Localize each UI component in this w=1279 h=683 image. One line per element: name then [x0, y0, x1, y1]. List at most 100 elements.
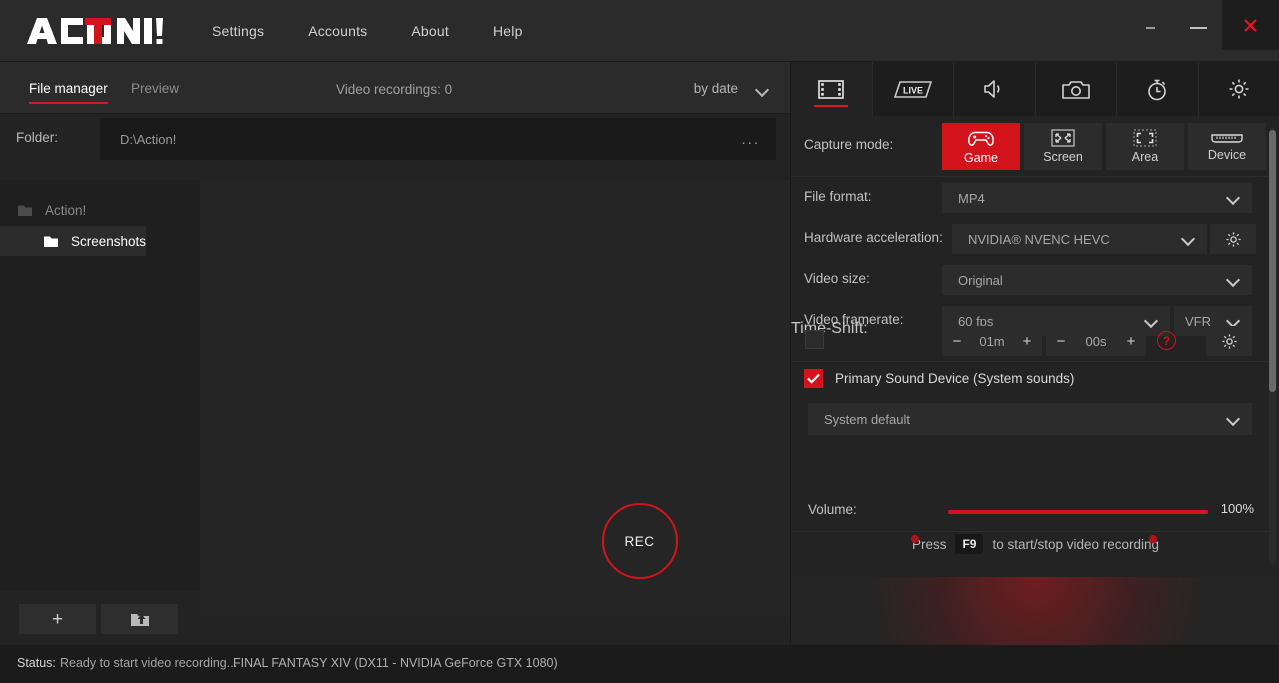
capture-mode-game[interactable]: Game: [942, 123, 1020, 170]
capture-mode-screen-label: Screen: [1043, 150, 1083, 164]
capture-mode-device[interactable]: Device: [1188, 123, 1266, 170]
action-recorder-window: Settings Accounts About Help File manage…: [0, 0, 1279, 683]
folder-icon: [44, 236, 58, 247]
volume-value: 100%: [1220, 501, 1254, 516]
collapse-button[interactable]: [1126, 0, 1174, 50]
gamepad-icon: [968, 131, 994, 146]
capture-mode-screen[interactable]: Screen: [1024, 123, 1102, 170]
film-strip-icon: [818, 79, 845, 99]
tab-benchmark[interactable]: [1117, 62, 1199, 116]
capture-mode-area[interactable]: Area: [1106, 123, 1184, 170]
time-shift-minutes-minus[interactable]: −: [942, 326, 972, 356]
window-controls: [1126, 0, 1279, 50]
live-icon: LIVE: [893, 80, 932, 98]
video-size-select[interactable]: Original: [942, 265, 1252, 295]
capture-mode-row: Capture mode: Game Screen Area Device: [791, 116, 1268, 177]
minimize-button[interactable]: [1174, 0, 1222, 50]
stopwatch-icon: [1148, 79, 1167, 100]
hdmi-connector-icon: [1211, 134, 1243, 143]
video-size-value: Original: [958, 272, 1003, 288]
folder-row: Folder: D:\Action! ...: [0, 114, 790, 164]
capture-mode-device-label: Device: [1207, 148, 1247, 162]
record-hotkey: F9: [955, 534, 984, 554]
chevron-down-icon: [1227, 274, 1239, 286]
add-folder-button[interactable]: +: [19, 604, 96, 634]
settings-scrollbar-thumb[interactable]: [1269, 130, 1276, 392]
hardware-acceleration-label: Hardware acceleration:: [804, 230, 943, 245]
gear-icon: [1225, 231, 1241, 247]
tree-item-label: Screenshots: [71, 233, 147, 249]
menu-about[interactable]: About: [389, 17, 471, 45]
sound-device-value: System default: [824, 411, 910, 427]
status-label: Status:: [17, 656, 56, 670]
file-list-area[interactable]: [200, 180, 790, 617]
check-icon: [807, 373, 820, 384]
tab-live[interactable]: LIVE: [873, 62, 954, 116]
time-shift-seconds-minus[interactable]: −: [1046, 326, 1076, 356]
record-glow: [870, 577, 1201, 645]
folder-label: Folder:: [16, 130, 59, 145]
chevron-down-icon: [1182, 233, 1194, 245]
camera-icon: [1061, 80, 1090, 99]
hint-after: to start/stop video recording: [992, 536, 1160, 552]
tab-settings[interactable]: [1199, 62, 1279, 116]
sound-device-select[interactable]: System default: [808, 403, 1252, 435]
close-button[interactable]: [1222, 0, 1279, 50]
tab-file-manager[interactable]: File manager: [29, 81, 108, 104]
plus-icon: +: [51, 608, 64, 630]
volume-slider[interactable]: [948, 510, 1208, 514]
gear-icon: [1221, 333, 1237, 349]
capture-settings-pane: LIVE Capture mode: Game Screen Area Devi…: [790, 62, 1279, 645]
hardware-acceleration-settings-button[interactable]: [1210, 224, 1256, 254]
file-format-label: File format:: [804, 189, 872, 204]
hardware-acceleration-select[interactable]: NVIDIA® NVENC HEVC: [952, 224, 1207, 254]
time-shift-seconds-stepper[interactable]: − 00s +: [1046, 326, 1146, 356]
chevron-down-icon: [1227, 192, 1239, 204]
tree-item-label: Action!: [45, 202, 87, 218]
title-bar: Settings Accounts About Help: [0, 0, 1279, 62]
time-shift-seconds-value: 00s: [1085, 333, 1107, 349]
volume-slider-fill: [948, 510, 1208, 514]
menu-accounts[interactable]: Accounts: [286, 17, 389, 45]
hardware-acceleration-row: Hardware acceleration: NVIDIA® NVENC HEV…: [791, 218, 1268, 259]
tab-preview[interactable]: Preview: [131, 81, 179, 96]
tab-audio[interactable]: [954, 62, 1036, 116]
sound-device-checkbox-row[interactable]: Primary Sound Device (System sounds): [804, 369, 1074, 388]
tab-screenshot[interactable]: [1036, 62, 1117, 116]
time-shift-settings-button[interactable]: [1206, 326, 1252, 356]
open-folder-icon: [130, 613, 149, 626]
time-shift-minutes-value: 01m: [979, 333, 1005, 349]
time-shift-minutes-stepper[interactable]: − 01m +: [942, 326, 1042, 356]
menu-help[interactable]: Help: [471, 17, 545, 45]
menu-settings[interactable]: Settings: [190, 17, 286, 45]
time-shift-label: Time-Shift:: [791, 320, 868, 337]
capture-settings-scroll: Capture mode: Game Screen Area Device Fi…: [791, 116, 1279, 577]
folder-path-value: D:\Action!: [120, 131, 177, 147]
tree-item-action[interactable]: Action!: [0, 194, 200, 226]
chevron-down-icon: [756, 83, 768, 95]
time-shift-checkbox[interactable]: [805, 330, 824, 349]
status-game: FINAL FANTASY XIV (DX11 - NVIDIA GeForce…: [233, 656, 558, 670]
volume-label: Volume:: [808, 502, 857, 517]
capture-mode-game-label: Game: [963, 150, 999, 165]
tree-item-screenshots[interactable]: Screenshots: [0, 226, 147, 256]
sort-dropdown[interactable]: by date: [694, 81, 768, 96]
sound-device-checkbox[interactable]: [804, 369, 823, 388]
file-format-select[interactable]: MP4: [942, 183, 1252, 213]
time-shift-seconds-plus[interactable]: +: [1116, 326, 1146, 356]
capture-mode-label: Capture mode:: [804, 137, 894, 152]
folder-path-input[interactable]: D:\Action! ...: [100, 118, 776, 160]
dashed-rect-icon: [1133, 129, 1157, 147]
tab-video[interactable]: [791, 62, 873, 116]
time-shift-minutes-plus[interactable]: +: [1012, 326, 1042, 356]
hardware-acceleration-value: NVIDIA® NVENC HEVC: [968, 231, 1110, 247]
record-button-label: REC: [624, 533, 655, 549]
record-area: [791, 577, 1279, 645]
record-button[interactable]: REC: [601, 503, 678, 579]
status-bar: Status: Ready to start video recording..…: [0, 645, 1279, 683]
open-folder-button[interactable]: [101, 604, 178, 634]
fullscreen-arrows-icon: [1051, 129, 1075, 147]
time-shift-help-icon[interactable]: ?: [1157, 331, 1176, 350]
app-logo: [25, 14, 165, 48]
browse-folder-button[interactable]: ...: [741, 131, 760, 148]
